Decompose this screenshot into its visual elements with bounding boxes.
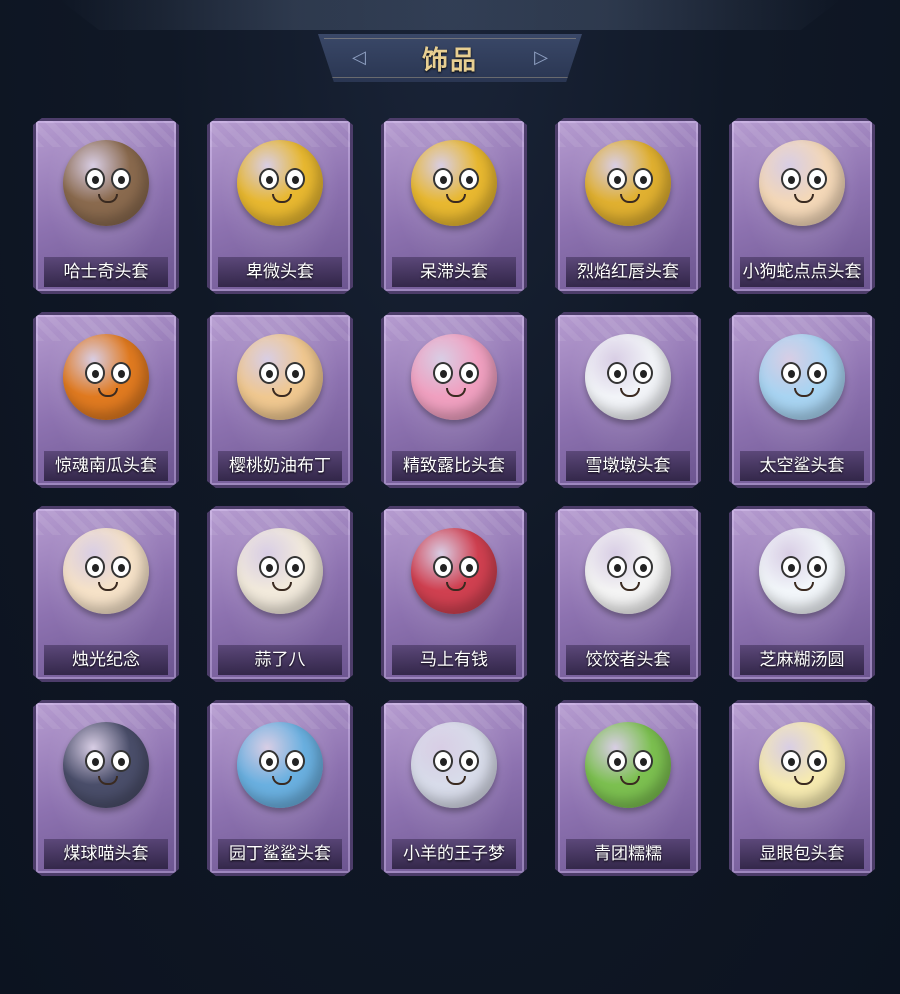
dumpling-mask-icon xyxy=(585,528,671,614)
accessory-label: 太空鲨头套 xyxy=(740,451,864,481)
accessory-card[interactable]: 青团糯糯 xyxy=(555,700,701,876)
accessory-card[interactable]: 卑微头套 xyxy=(207,118,353,294)
accessory-card[interactable]: 马上有钱 xyxy=(381,506,527,682)
accessory-card[interactable]: 呆滞头套 xyxy=(381,118,527,294)
accessory-card[interactable]: 园丁鲨鲨头套 xyxy=(207,700,353,876)
section-banner: ◁ 饰品 ▷ xyxy=(318,34,582,82)
accessory-label: 雪墩墩头套 xyxy=(566,451,690,481)
accessory-label: 烛光纪念 xyxy=(44,645,168,675)
loopy-mask-icon xyxy=(411,334,497,420)
accessory-label: 烈焰红唇头套 xyxy=(566,257,690,287)
accessory-label: 煤球喵头套 xyxy=(44,839,168,869)
accessory-label: 青团糯糯 xyxy=(566,839,690,869)
accessory-label: 哈士奇头套 xyxy=(44,257,168,287)
accessory-card[interactable]: 雪墩墩头套 xyxy=(555,312,701,488)
accessory-card[interactable]: 显眼包头套 xyxy=(729,700,875,876)
accessory-label: 樱桃奶油布丁 xyxy=(218,451,342,481)
snake-mask-icon xyxy=(759,140,845,226)
pumpkin-mask-icon xyxy=(63,334,149,420)
section-title: 饰品 xyxy=(421,45,478,76)
accessory-label: 精致露比头套 xyxy=(392,451,516,481)
accessory-card[interactable]: 小狗蛇点点头套 xyxy=(729,118,875,294)
black-cat-mask-icon xyxy=(63,722,149,808)
accessory-label: 芝麻糊汤圆 xyxy=(740,645,864,675)
husky-mask-icon xyxy=(63,140,149,226)
accessory-card[interactable]: 精致露比头套 xyxy=(381,312,527,488)
banner-ornament-right-icon: ▷ xyxy=(534,47,548,68)
top-decoration xyxy=(60,0,840,30)
lightbulb-mask-icon xyxy=(759,722,845,808)
accessory-card[interactable]: 煤球喵头套 xyxy=(33,700,179,876)
accessory-label: 小狗蛇点点头套 xyxy=(740,257,864,287)
accessory-grid: 哈士奇头套 卑微头套 呆滞头套 烈焰红唇头套 小狗蛇点点头套惊魂南瓜头套 樱桃奶油布丁 精致… xyxy=(33,118,875,876)
accessory-card[interactable]: 太空鲨头套 xyxy=(729,312,875,488)
pudding-mask-icon xyxy=(237,334,323,420)
accessory-card[interactable]: 哈士奇头套 xyxy=(33,118,179,294)
accessory-card[interactable]: 小羊的王子梦 xyxy=(381,700,527,876)
accessory-card[interactable]: 蒜了八 xyxy=(207,506,353,682)
banner-ornament-left-icon: ◁ xyxy=(352,47,366,68)
accessory-label: 马上有钱 xyxy=(392,645,516,675)
accessory-label: 呆滞头套 xyxy=(392,257,516,287)
accessory-label: 小羊的王子梦 xyxy=(392,839,516,869)
garlic-mask-icon xyxy=(237,528,323,614)
horse-mask-icon xyxy=(411,528,497,614)
accessory-card[interactable]: 芝麻糊汤圆 xyxy=(729,506,875,682)
accessory-label: 饺饺者头套 xyxy=(566,645,690,675)
accessory-label: 惊魂南瓜头套 xyxy=(44,451,168,481)
tangyuan-mask-icon xyxy=(759,528,845,614)
accessory-card[interactable]: 烛光纪念 xyxy=(33,506,179,682)
gardener-shark-mask-icon xyxy=(237,722,323,808)
candle-mask-icon xyxy=(63,528,149,614)
sheep-prince-mask-icon xyxy=(411,722,497,808)
accessory-card[interactable]: 惊魂南瓜头套 xyxy=(33,312,179,488)
accessory-card[interactable]: 樱桃奶油布丁 xyxy=(207,312,353,488)
qingtuan-mask-icon xyxy=(585,722,671,808)
dazed-emoji-icon xyxy=(411,140,497,226)
accessory-label: 蒜了八 xyxy=(218,645,342,675)
accessory-card[interactable]: 饺饺者头套 xyxy=(555,506,701,682)
accessory-label: 显眼包头套 xyxy=(740,839,864,869)
snowman-mask-icon xyxy=(585,334,671,420)
space-shark-mask-icon xyxy=(759,334,845,420)
accessory-label: 卑微头套 xyxy=(218,257,342,287)
humble-emoji-icon xyxy=(237,140,323,226)
accessory-label: 园丁鲨鲨头套 xyxy=(218,839,342,869)
accessory-card[interactable]: 烈焰红唇头套 xyxy=(555,118,701,294)
flame-lips-mask-icon xyxy=(585,140,671,226)
